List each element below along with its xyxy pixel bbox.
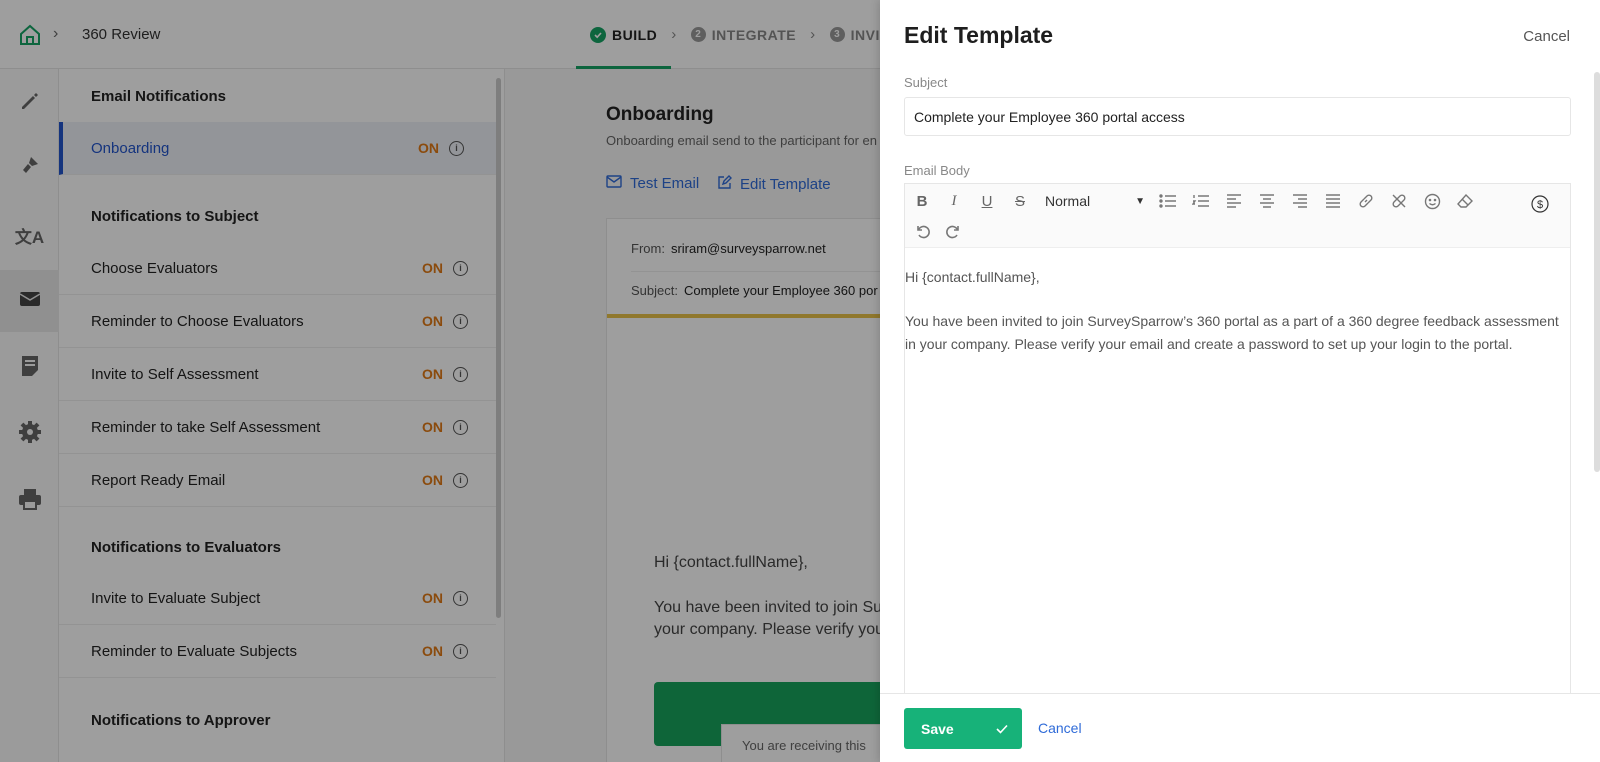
format-select[interactable]: Normal ▼ [1045,190,1145,212]
editor-content[interactable]: Hi {contact.fullName}, You have been inv… [905,266,1570,377]
format-value: Normal [1045,193,1091,209]
eraser-icon[interactable] [1454,190,1476,212]
modal-overlay[interactable] [0,0,880,762]
svg-text:$: $ [1537,199,1543,211]
drawer-title: Edit Template [904,22,1054,48]
bullet-list-icon[interactable] [1157,190,1179,212]
drawer-scrollbar[interactable] [1594,72,1600,472]
emoji-icon[interactable] [1421,190,1443,212]
cancel-button[interactable]: Cancel [1038,720,1082,736]
cancel-top-button[interactable]: Cancel [1523,28,1570,45]
check-icon [996,721,1008,737]
align-right-icon[interactable] [1289,190,1311,212]
save-label: Save [921,720,954,737]
subject-input[interactable] [904,97,1571,136]
align-center-icon[interactable] [1256,190,1278,212]
strikethrough-icon[interactable]: S [1009,190,1031,212]
italic-icon[interactable]: I [943,190,965,212]
save-button[interactable]: Save [904,708,1022,749]
underline-icon[interactable]: U [976,190,998,212]
bold-icon[interactable]: B [911,190,933,212]
dollar-icon[interactable]: $ [1529,193,1551,215]
email-body-label: Email Body [904,163,970,178]
caret-down-icon: ▼ [1135,195,1145,207]
redo-icon[interactable] [943,220,965,242]
align-justify-icon[interactable] [1322,190,1344,212]
link-icon[interactable] [1355,190,1377,212]
body-greeting: Hi {contact.fullName}, [905,269,1040,285]
rich-text-editor: B I U S Normal ▼ $ Hi {contact.fullName}… [904,183,1571,693]
editor-toolbar: B I U S Normal ▼ $ [905,184,1570,248]
numbered-list-icon[interactable] [1190,190,1212,212]
align-left-icon[interactable] [1223,190,1245,212]
undo-icon[interactable] [911,220,933,242]
unlink-icon[interactable] [1388,190,1410,212]
subject-label: Subject [904,75,948,90]
body-text: You have been invited to join SurveySpar… [905,313,1559,352]
drawer-footer: Save Cancel [880,693,1600,762]
edit-template-drawer: Edit Template Cancel Subject Email Body … [880,0,1600,762]
